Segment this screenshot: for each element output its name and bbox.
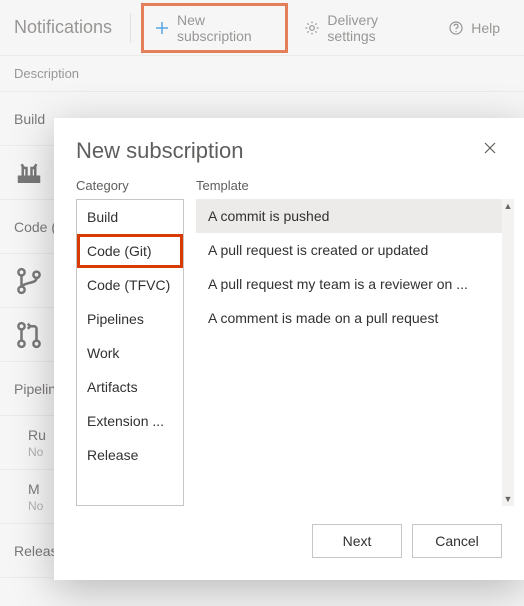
template-item[interactable]: A commit is pushed [196, 199, 502, 233]
triangle-down-icon: ▼ [504, 494, 513, 504]
category-list: Build Code (Git) Code (TFVC) Pipelines W… [76, 199, 184, 506]
next-button[interactable]: Next [312, 524, 402, 558]
category-item-extension[interactable]: Extension ... [77, 404, 183, 438]
template-item[interactable]: A comment is made on a pull request [196, 301, 502, 335]
close-button[interactable] [478, 138, 502, 162]
category-item-build[interactable]: Build [77, 200, 183, 234]
new-subscription-dialog: New subscription Category Template Build… [54, 118, 524, 580]
template-item[interactable]: A pull request my team is a reviewer on … [196, 267, 502, 301]
scroll-down-button[interactable]: ▼ [502, 492, 514, 506]
template-item[interactable]: A pull request is created or updated [196, 233, 502, 267]
category-item-artifacts[interactable]: Artifacts [77, 370, 183, 404]
scroll-up-button[interactable]: ▲ [502, 199, 514, 213]
close-icon [483, 141, 497, 160]
cancel-button[interactable]: Cancel [412, 524, 502, 558]
triangle-up-icon: ▲ [504, 201, 513, 211]
category-item-code-git[interactable]: Code (Git) [77, 234, 183, 268]
category-item-release[interactable]: Release [77, 438, 183, 472]
template-column-label: Template [196, 178, 249, 193]
dialog-title: New subscription [76, 138, 478, 164]
category-item-work[interactable]: Work [77, 336, 183, 370]
category-item-code-tfvc[interactable]: Code (TFVC) [77, 268, 183, 302]
template-list: A commit is pushed A pull request is cre… [196, 199, 502, 506]
category-column-label: Category [76, 178, 184, 193]
category-item-pipelines[interactable]: Pipelines [77, 302, 183, 336]
